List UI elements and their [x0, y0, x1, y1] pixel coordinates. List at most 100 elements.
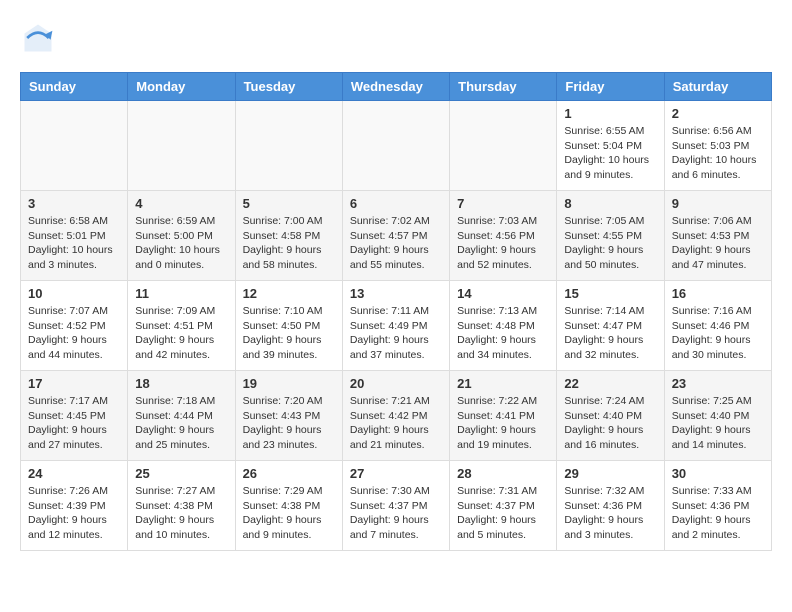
column-header-thursday: Thursday [450, 73, 557, 101]
calendar-cell: 19 Sunrise: 7:20 AM Sunset: 4:43 PM Dayli… [235, 371, 342, 461]
day-number: 19 [243, 376, 335, 391]
calendar-cell [450, 101, 557, 191]
day-number: 29 [564, 466, 656, 481]
logo [20, 20, 60, 56]
calendar-cell: 27 Sunrise: 7:30 AM Sunset: 4:37 PM Dayli… [342, 461, 449, 551]
day-number: 17 [28, 376, 120, 391]
day-info: Sunrise: 7:00 AM Sunset: 4:58 PM Dayligh… [243, 214, 335, 273]
day-info: Sunrise: 7:17 AM Sunset: 4:45 PM Dayligh… [28, 394, 120, 453]
calendar-cell: 26 Sunrise: 7:29 AM Sunset: 4:38 PM Dayli… [235, 461, 342, 551]
day-number: 30 [672, 466, 764, 481]
calendar-header-row: SundayMondayTuesdayWednesdayThursdayFrid… [21, 73, 772, 101]
day-info: Sunrise: 7:05 AM Sunset: 4:55 PM Dayligh… [564, 214, 656, 273]
calendar-cell: 22 Sunrise: 7:24 AM Sunset: 4:40 PM Dayli… [557, 371, 664, 461]
day-info: Sunrise: 7:24 AM Sunset: 4:40 PM Dayligh… [564, 394, 656, 453]
day-number: 5 [243, 196, 335, 211]
logo-icon [20, 20, 56, 56]
calendar-week-4: 17 Sunrise: 7:17 AM Sunset: 4:45 PM Dayli… [21, 371, 772, 461]
day-number: 23 [672, 376, 764, 391]
day-number: 8 [564, 196, 656, 211]
day-number: 3 [28, 196, 120, 211]
calendar-cell: 2 Sunrise: 6:56 AM Sunset: 5:03 PM Daylig… [664, 101, 771, 191]
day-number: 26 [243, 466, 335, 481]
day-info: Sunrise: 7:29 AM Sunset: 4:38 PM Dayligh… [243, 484, 335, 543]
day-number: 10 [28, 286, 120, 301]
day-info: Sunrise: 7:16 AM Sunset: 4:46 PM Dayligh… [672, 304, 764, 363]
day-info: Sunrise: 7:33 AM Sunset: 4:36 PM Dayligh… [672, 484, 764, 543]
day-info: Sunrise: 7:03 AM Sunset: 4:56 PM Dayligh… [457, 214, 549, 273]
day-number: 27 [350, 466, 442, 481]
day-number: 22 [564, 376, 656, 391]
calendar-cell: 12 Sunrise: 7:10 AM Sunset: 4:50 PM Dayli… [235, 281, 342, 371]
day-number: 6 [350, 196, 442, 211]
calendar-week-3: 10 Sunrise: 7:07 AM Sunset: 4:52 PM Dayli… [21, 281, 772, 371]
calendar-cell [235, 101, 342, 191]
calendar-table: SundayMondayTuesdayWednesdayThursdayFrid… [20, 72, 772, 551]
calendar-cell: 28 Sunrise: 7:31 AM Sunset: 4:37 PM Dayli… [450, 461, 557, 551]
day-number: 1 [564, 106, 656, 121]
calendar-cell: 14Sunrise: 7:13 AM Sunset: 4:48 PM Dayli… [450, 281, 557, 371]
calendar-cell: 18Sunrise: 7:18 AM Sunset: 4:44 PM Dayli… [128, 371, 235, 461]
day-number: 4 [135, 196, 227, 211]
calendar-cell: 29 Sunrise: 7:32 AM Sunset: 4:36 PM Dayli… [557, 461, 664, 551]
day-info: Sunrise: 7:32 AM Sunset: 4:36 PM Dayligh… [564, 484, 656, 543]
calendar-cell: 11 Sunrise: 7:09 AM Sunset: 4:51 PM Dayli… [128, 281, 235, 371]
column-header-wednesday: Wednesday [342, 73, 449, 101]
day-info: Sunrise: 7:30 AM Sunset: 4:37 PM Dayligh… [350, 484, 442, 543]
calendar-week-1: 1 Sunrise: 6:55 AM Sunset: 5:04 PM Daylig… [21, 101, 772, 191]
calendar-cell: 15 Sunrise: 7:14 AM Sunset: 4:47 PM Dayli… [557, 281, 664, 371]
calendar-cell: 24 Sunrise: 7:26 AM Sunset: 4:39 PM Dayli… [21, 461, 128, 551]
calendar-cell: 4 Sunrise: 6:59 AM Sunset: 5:00 PM Daylig… [128, 191, 235, 281]
day-number: 24 [28, 466, 120, 481]
day-number: 9 [672, 196, 764, 211]
day-number: 7 [457, 196, 549, 211]
day-info: Sunrise: 7:21 AM Sunset: 4:42 PM Dayligh… [350, 394, 442, 453]
calendar-cell: 1 Sunrise: 6:55 AM Sunset: 5:04 PM Daylig… [557, 101, 664, 191]
day-info: Sunrise: 7:02 AM Sunset: 4:57 PM Dayligh… [350, 214, 442, 273]
calendar-cell [128, 101, 235, 191]
day-number: 28 [457, 466, 549, 481]
day-info: Sunrise: 7:20 AM Sunset: 4:43 PM Dayligh… [243, 394, 335, 453]
day-number: 12 [243, 286, 335, 301]
day-number: 16 [672, 286, 764, 301]
calendar-cell: 10 Sunrise: 7:07 AM Sunset: 4:52 PM Dayli… [21, 281, 128, 371]
day-info: Sunrise: 7:26 AM Sunset: 4:39 PM Dayligh… [28, 484, 120, 543]
column-header-tuesday: Tuesday [235, 73, 342, 101]
calendar-cell: 3 Sunrise: 6:58 AM Sunset: 5:01 PM Daylig… [21, 191, 128, 281]
calendar-cell: 25Sunrise: 7:27 AM Sunset: 4:38 PM Dayli… [128, 461, 235, 551]
day-number: 25 [135, 466, 227, 481]
day-number: 15 [564, 286, 656, 301]
calendar-cell [21, 101, 128, 191]
calendar-cell: 8 Sunrise: 7:05 AM Sunset: 4:55 PM Daylig… [557, 191, 664, 281]
day-info: Sunrise: 7:11 AM Sunset: 4:49 PM Dayligh… [350, 304, 442, 363]
day-info: Sunrise: 7:07 AM Sunset: 4:52 PM Dayligh… [28, 304, 120, 363]
day-info: Sunrise: 6:58 AM Sunset: 5:01 PM Dayligh… [28, 214, 120, 273]
day-info: Sunrise: 7:09 AM Sunset: 4:51 PM Dayligh… [135, 304, 227, 363]
day-info: Sunrise: 7:31 AM Sunset: 4:37 PM Dayligh… [457, 484, 549, 543]
day-info: Sunrise: 6:59 AM Sunset: 5:00 PM Dayligh… [135, 214, 227, 273]
day-info: Sunrise: 7:10 AM Sunset: 4:50 PM Dayligh… [243, 304, 335, 363]
calendar-cell: 30 Sunrise: 7:33 AM Sunset: 4:36 PM Dayli… [664, 461, 771, 551]
page-header [20, 20, 772, 56]
calendar-cell: 17 Sunrise: 7:17 AM Sunset: 4:45 PM Dayli… [21, 371, 128, 461]
day-number: 2 [672, 106, 764, 121]
page-container: SundayMondayTuesdayWednesdayThursdayFrid… [0, 0, 792, 561]
day-number: 21 [457, 376, 549, 391]
column-header-saturday: Saturday [664, 73, 771, 101]
column-header-monday: Monday [128, 73, 235, 101]
day-number: 11 [135, 286, 227, 301]
calendar-cell: 16 Sunrise: 7:16 AM Sunset: 4:46 PM Dayli… [664, 281, 771, 371]
calendar-cell: 21Sunrise: 7:22 AM Sunset: 4:41 PM Dayli… [450, 371, 557, 461]
calendar-cell: 23 Sunrise: 7:25 AM Sunset: 4:40 PM Dayli… [664, 371, 771, 461]
day-number: 14 [457, 286, 549, 301]
calendar-cell [342, 101, 449, 191]
calendar-cell: 6 Sunrise: 7:02 AM Sunset: 4:57 PM Daylig… [342, 191, 449, 281]
day-info: Sunrise: 6:56 AM Sunset: 5:03 PM Dayligh… [672, 124, 764, 183]
day-number: 13 [350, 286, 442, 301]
calendar-cell: 20Sunrise: 7:21 AM Sunset: 4:42 PM Dayli… [342, 371, 449, 461]
day-info: Sunrise: 7:14 AM Sunset: 4:47 PM Dayligh… [564, 304, 656, 363]
column-header-friday: Friday [557, 73, 664, 101]
calendar-week-2: 3 Sunrise: 6:58 AM Sunset: 5:01 PM Daylig… [21, 191, 772, 281]
day-info: Sunrise: 6:55 AM Sunset: 5:04 PM Dayligh… [564, 124, 656, 183]
day-info: Sunrise: 7:25 AM Sunset: 4:40 PM Dayligh… [672, 394, 764, 453]
